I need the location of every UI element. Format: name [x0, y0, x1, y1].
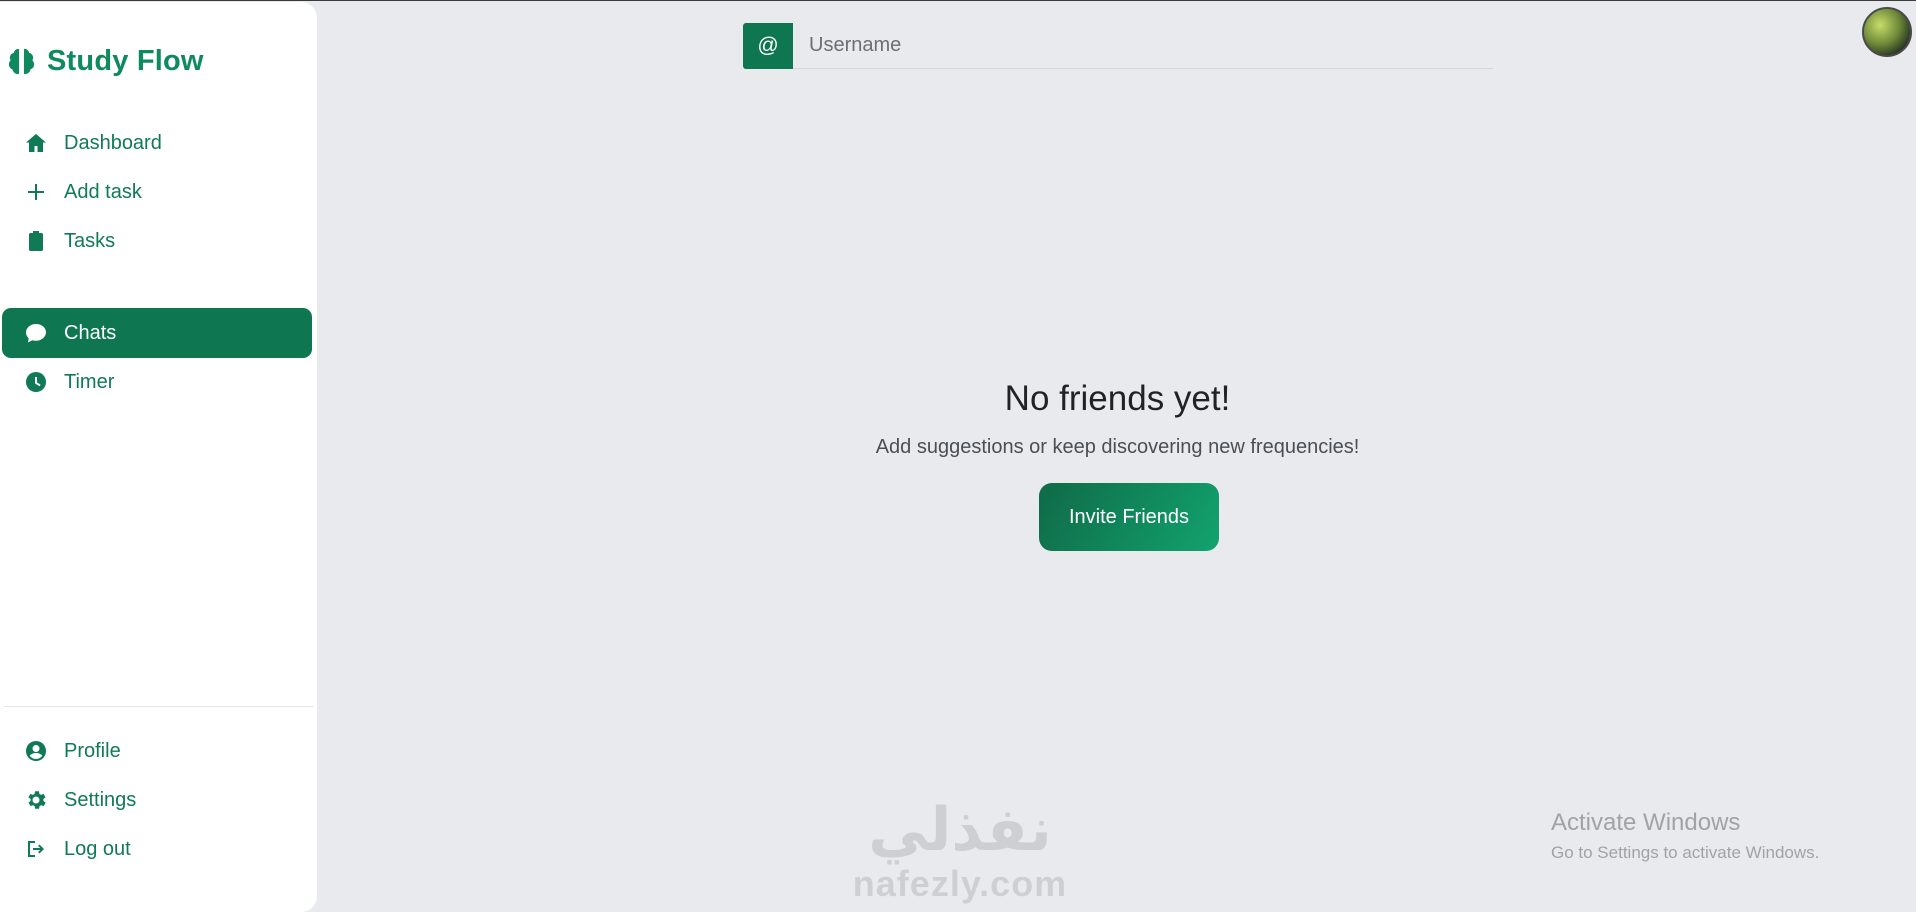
sidebar-item-label: Tasks	[64, 229, 116, 252]
sidebar-item-chats[interactable]: Chats	[2, 308, 312, 358]
clock-icon	[26, 372, 46, 392]
sidebar-item-label: Profile	[64, 739, 121, 762]
sidebar-item-dashboard[interactable]: Dashboard	[2, 118, 312, 168]
watermark-latin: nafezly.com	[852, 863, 1068, 904]
sidebar-item-logout[interactable]: Log out	[2, 824, 312, 874]
sidebar-item-settings[interactable]: Settings	[2, 775, 312, 825]
sidebar-item-label: Dashboard	[64, 131, 162, 154]
sidebar-divider	[4, 706, 314, 707]
sidebar-item-label: Timer	[64, 370, 115, 393]
user-circle-icon	[26, 741, 46, 761]
sidebar-item-label: Chats	[64, 321, 117, 344]
sidebar-item-tasks[interactable]: Tasks	[2, 216, 312, 266]
avatar[interactable]	[1862, 7, 1912, 57]
sidebar: Study Flow Dashboard Add task Tasks Chat…	[0, 2, 317, 912]
username-input[interactable]	[793, 23, 1493, 69]
empty-state-title: No friends yet!	[1004, 379, 1231, 418]
clipboard-icon	[29, 231, 43, 251]
sidebar-item-label: Settings	[64, 788, 137, 811]
sidebar-item-label: Log out	[64, 837, 131, 860]
sidebar-item-profile[interactable]: Profile	[2, 726, 312, 776]
sidebar-item-timer[interactable]: Timer	[2, 357, 312, 407]
username-search: @	[743, 23, 1493, 69]
sidebar-item-label: Add task	[64, 180, 142, 203]
activate-title: Activate Windows	[1551, 809, 1741, 836]
empty-state-subtitle: Add suggestions or keep discovering new …	[875, 436, 1360, 458]
brand-name: Study Flow	[47, 44, 204, 77]
invite-friends-button[interactable]: Invite Friends	[1039, 483, 1219, 551]
sidebar-item-add-task[interactable]: Add task	[2, 167, 312, 217]
logout-icon	[28, 841, 44, 857]
at-sign-icon: @	[743, 23, 793, 69]
brand-logo[interactable]: Study Flow	[6, 44, 204, 78]
home-icon	[26, 134, 46, 152]
gear-icon	[28, 791, 46, 809]
brain-icon	[8, 48, 35, 74]
app-window: Study Flow Dashboard Add task Tasks Chat…	[0, 0, 1916, 912]
windows-activation-notice: Activate Windows Go to Settings to activ…	[1551, 809, 1819, 863]
plus-icon	[28, 184, 44, 200]
activate-subtitle: Go to Settings to activate Windows.	[1551, 843, 1820, 862]
chat-bubble-icon	[26, 324, 46, 343]
watermark-arabic: نفذلي	[868, 796, 1052, 863]
watermark: نفذلي nafezly.com	[835, 796, 1085, 908]
